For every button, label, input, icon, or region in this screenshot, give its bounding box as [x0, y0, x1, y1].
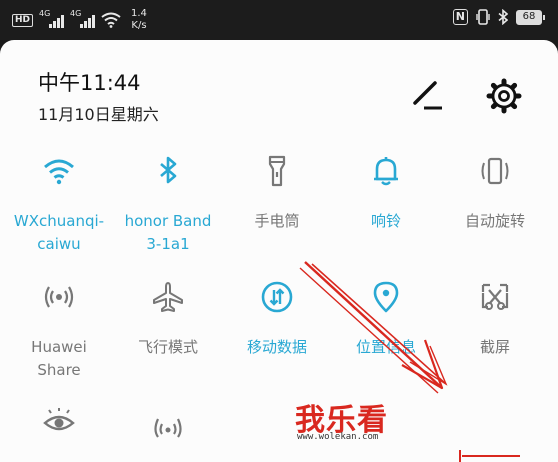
sim2-signal-icon: 4G — [70, 9, 96, 28]
wifi-status-icon — [101, 12, 121, 28]
network-speed: 1.4 K/s — [131, 8, 147, 31]
status-bar: HD 4G 4G 1.4 K/s N 68 — [0, 0, 558, 40]
hd-voice-badge: HD — [12, 13, 34, 27]
watermark-url: www.wolekan.com — [297, 432, 379, 442]
annotation-arrow — [299, 261, 520, 462]
sim1-signal-icon: 4G — [39, 9, 65, 28]
bluetooth-status-icon — [498, 9, 508, 25]
battery-icon: 68 — [516, 9, 545, 25]
nfc-status-icon: N — [452, 9, 468, 25]
quick-settings-panel: 中午11:44 11月10日星期六 WXchuanqi- caiwu honor… — [0, 40, 558, 462]
vibrate-status-icon — [476, 9, 490, 25]
